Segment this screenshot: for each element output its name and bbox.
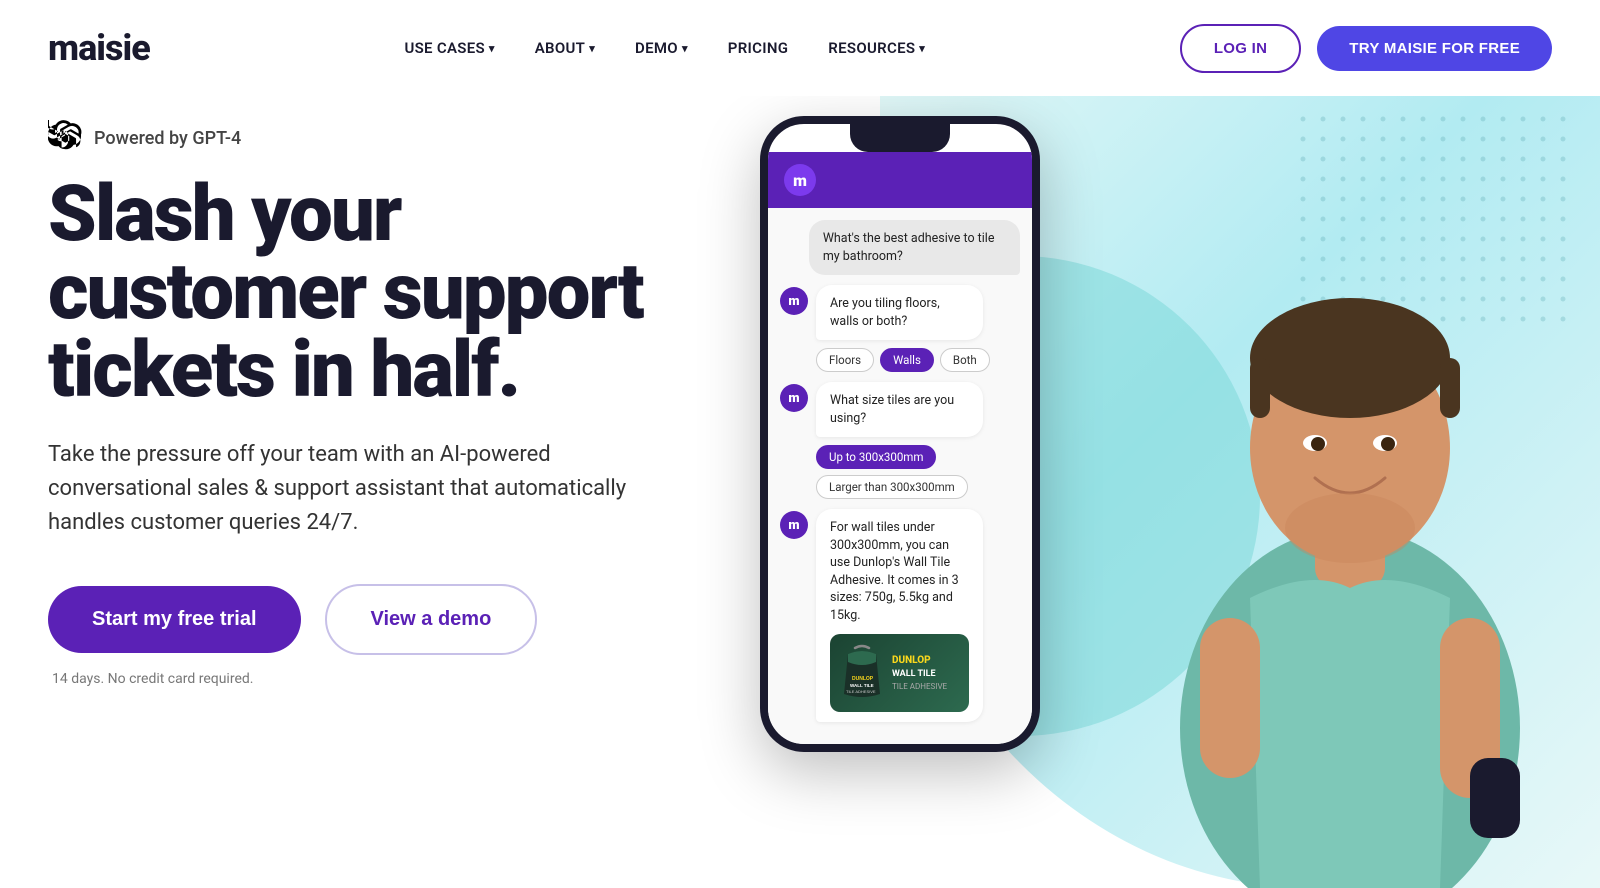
powered-text: Powered by GPT-4 — [94, 128, 241, 149]
brand-logo[interactable]: maisie — [48, 27, 150, 69]
view-demo-button[interactable]: View a demo — [325, 584, 538, 655]
chat-bot-avatar: m — [784, 164, 816, 196]
chat-message-bot-1: m Are you tiling floors, walls or both? … — [780, 285, 1020, 372]
chat-message-user: What's the best adhesive to tile my bath… — [780, 220, 1020, 275]
openai-icon — [48, 120, 84, 156]
person-svg — [1060, 168, 1600, 888]
product-text: DUNLOP WALL TILE TILE ADHESIVE — [892, 654, 947, 692]
phone-frame: m What's the best adhesive to tile my ba… — [760, 116, 1040, 752]
product-card: DUNLOP WALL TILE TILE ADHESIVE DUNLOP WA… — [830, 634, 969, 712]
user-bubble: What's the best adhesive to tile my bath… — [809, 220, 1020, 275]
chat-message-bot-2: m What size tiles are you using? Up to 3… — [780, 382, 1020, 499]
powered-badge: Powered by GPT-4 — [48, 120, 700, 156]
bot-answer-content: For wall tiles under 300x300mm, you can … — [816, 509, 1020, 722]
bot-avatar-3: m — [780, 511, 808, 539]
hero-left-content: Powered by GPT-4 Slash your customer sup… — [0, 96, 700, 888]
nav-demo[interactable]: DEMO ▾ — [619, 31, 704, 65]
chat-body: What's the best adhesive to tile my bath… — [768, 208, 1032, 744]
hero-section: Powered by GPT-4 Slash your customer sup… — [0, 96, 1600, 888]
navbar: maisie USE CASES ▾ ABOUT ▾ DEMO ▾ PRICIN… — [0, 0, 1600, 96]
nav-actions: LOG IN TRY MAISIE FOR FREE — [1180, 24, 1552, 73]
start-trial-button[interactable]: Start my free trial — [48, 586, 301, 653]
option-walls[interactable]: Walls — [880, 348, 934, 372]
nav-pricing[interactable]: PRICING — [712, 31, 805, 65]
phone-notch — [850, 124, 950, 152]
hero-buttons: Start my free trial View a demo — [48, 584, 700, 655]
person-image — [1060, 168, 1600, 888]
product-bucket-icon: DUNLOP WALL TILE TILE ADHESIVE — [840, 644, 884, 702]
chat-message-bot-answer: m For wall tiles under 300x300mm, you ca… — [780, 509, 1020, 722]
hero-right-content: m What's the best adhesive to tile my ba… — [700, 96, 1600, 888]
hero-headline: Slash your customer support tickets in h… — [48, 176, 698, 410]
bot-avatar-2: m — [780, 384, 808, 412]
login-button[interactable]: LOG IN — [1180, 24, 1301, 73]
nav-links: USE CASES ▾ ABOUT ▾ DEMO ▾ PRICING RESOU… — [388, 31, 941, 65]
try-free-button[interactable]: TRY MAISIE FOR FREE — [1317, 26, 1552, 71]
hero-subtext: Take the pressure off your team with an … — [48, 438, 628, 540]
chevron-down-icon: ▾ — [489, 42, 495, 55]
bot-bubble-1: Are you tiling floors, walls or both? Fl… — [816, 285, 1020, 372]
trial-note: 14 days. No credit card required. — [52, 671, 700, 687]
nav-use-cases[interactable]: USE CASES ▾ — [388, 31, 510, 65]
option-large-tiles[interactable]: Larger than 300x300mm — [816, 475, 968, 499]
chevron-down-icon: ▾ — [589, 42, 595, 55]
bot-avatar: m — [780, 287, 808, 315]
option-pills-2: Up to 300x300mm Larger than 300x300mm — [816, 445, 1020, 499]
phone-mockup: m What's the best adhesive to tile my ba… — [760, 116, 1040, 752]
chevron-down-icon: ▾ — [682, 42, 688, 55]
option-both[interactable]: Both — [940, 348, 990, 372]
option-pills-1: Floors Walls Both — [816, 348, 1020, 372]
svg-text:DUNLOP: DUNLOP — [852, 676, 874, 682]
svg-text:TILE ADHESIVE: TILE ADHESIVE — [846, 689, 876, 694]
bot-answer-text: For wall tiles under 300x300mm, you can … — [816, 509, 983, 722]
chat-header: m — [768, 152, 1032, 208]
nav-resources[interactable]: RESOURCES ▾ — [812, 31, 941, 65]
svg-text:WALL TILE: WALL TILE — [850, 683, 874, 688]
chevron-down-icon: ▾ — [919, 42, 925, 55]
bot-bubble-2: What size tiles are you using? Up to 300… — [816, 382, 1020, 499]
option-floors[interactable]: Floors — [816, 348, 874, 372]
option-small-tiles[interactable]: Up to 300x300mm — [816, 445, 936, 469]
nav-about[interactable]: ABOUT ▾ — [519, 31, 611, 65]
